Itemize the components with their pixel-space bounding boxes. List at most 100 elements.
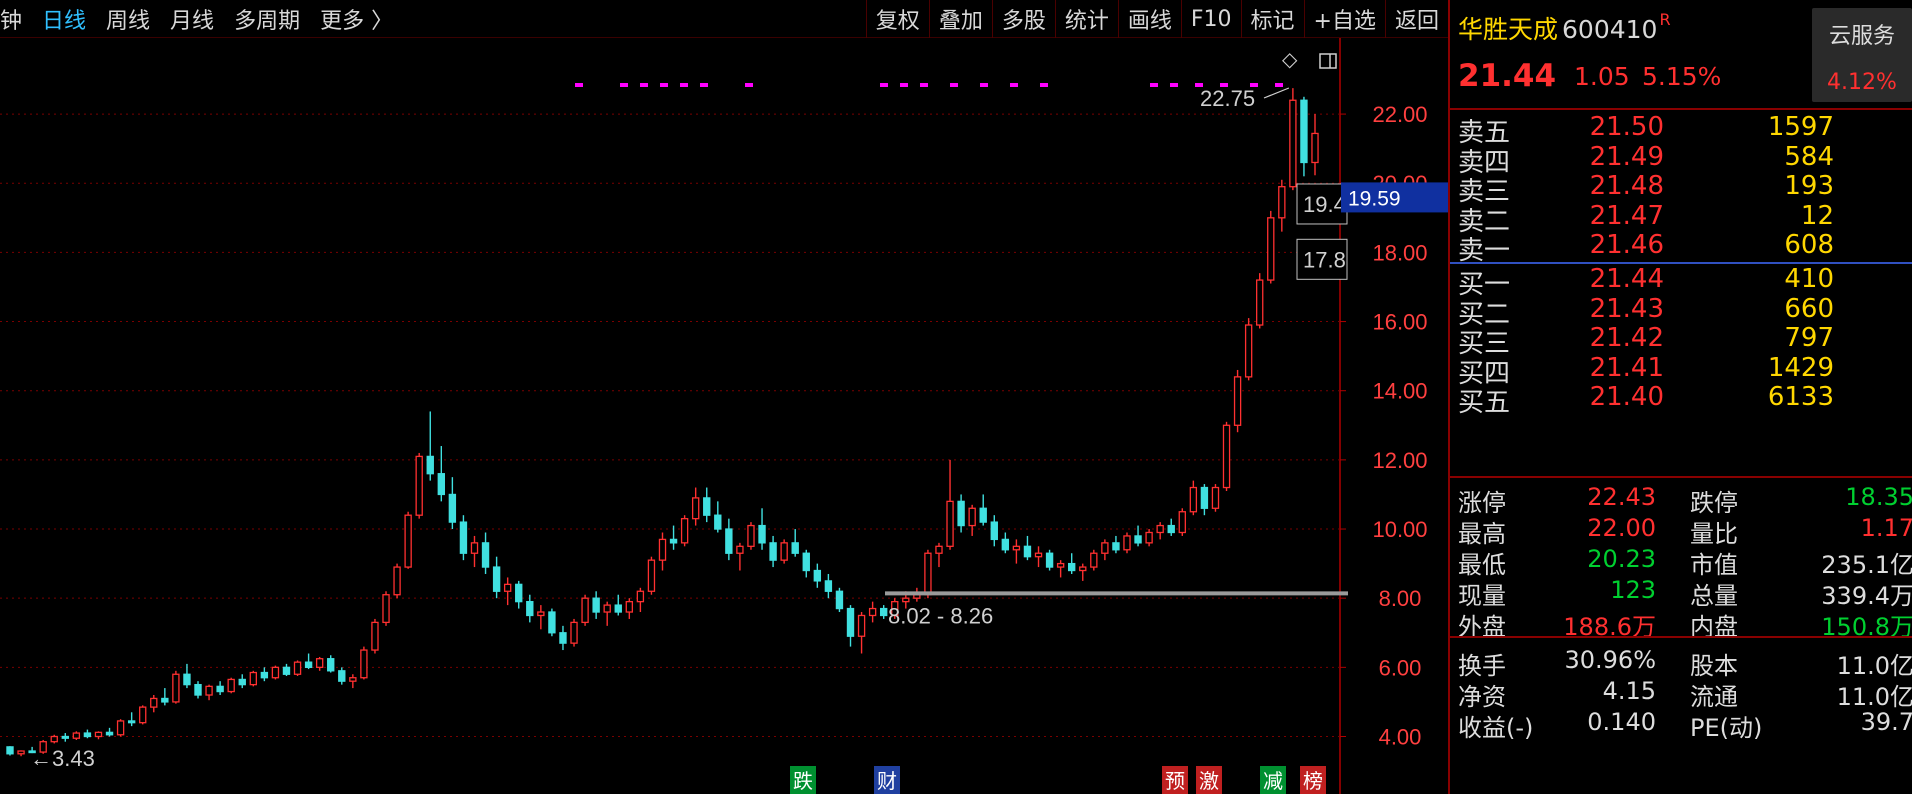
toolbar-button-5[interactable]: F10 — [1180, 0, 1241, 38]
candle — [747, 524, 755, 547]
stat-l2: 总量 — [1690, 582, 1738, 610]
tab-period-0[interactable]: 钟 — [0, 3, 22, 35]
toolbar-button-8[interactable]: 返回 — [1384, 0, 1448, 38]
candle — [1056, 562, 1065, 568]
toolbar-button-4[interactable]: 画线 — [1117, 0, 1181, 38]
candle — [17, 750, 25, 755]
tab-period-3[interactable]: 月线 — [170, 3, 214, 35]
diamond-icon[interactable]: ◇ — [1282, 47, 1298, 71]
candle — [393, 566, 401, 596]
candle — [603, 604, 611, 613]
sector-name: 云服务 — [1828, 24, 1895, 49]
toolbar-button-3[interactable]: 统计 — [1054, 0, 1118, 38]
divider — [1450, 636, 1912, 638]
candle — [736, 545, 744, 554]
candle — [1244, 324, 1253, 378]
candle — [1267, 217, 1275, 281]
stat-l1: 最低 — [1458, 551, 1506, 579]
candle — [758, 524, 766, 544]
level-volume: 1597 — [1767, 112, 1834, 142]
chart-toolbar: 钟日线 周线 月线 多周期 更多 〉 复权 叠加 多股 统计 画线 F10 标记 +自选 返回 — [0, 0, 1448, 38]
stock-name: 华胜天成 — [1458, 15, 1559, 44]
candle — [868, 607, 877, 617]
tab-period-2[interactable]: 周线 — [106, 3, 150, 35]
candle — [61, 735, 69, 739]
candle — [327, 658, 335, 672]
toolbar-button-0[interactable]: 复权 — [865, 0, 929, 38]
candle — [769, 542, 777, 561]
candle — [1200, 486, 1209, 509]
sector-change: 4.12% — [1827, 70, 1897, 95]
stat-v1: 22.00 — [1587, 514, 1656, 542]
candle — [139, 706, 147, 724]
quote-panel: 华胜天成 600410 R 21.44 1.05 5.15% 云服务 4.12% 卖… — [1448, 0, 1912, 794]
toolbar-button-6[interactable]: 标记 — [1240, 0, 1304, 38]
ask-row[interactable]: 卖一 21.46 608 — [1450, 230, 1912, 266]
candle — [183, 673, 191, 686]
level-volume: 797 — [1784, 323, 1834, 353]
signal-marker — [575, 83, 583, 87]
signal-marker — [880, 83, 888, 87]
level-price: 21.48 — [1589, 171, 1664, 201]
event-marker-label[interactable]: 榜 — [1303, 770, 1323, 793]
candle — [338, 670, 346, 682]
signal-marker — [900, 83, 908, 87]
candle — [581, 597, 589, 624]
toolbar-button-7[interactable]: +自选 — [1303, 0, 1385, 38]
candle — [205, 685, 213, 696]
event-marker-label[interactable]: 减 — [1263, 770, 1283, 793]
candle — [1034, 552, 1043, 558]
candle — [647, 559, 656, 592]
low-annotation: ←3.43 — [30, 746, 95, 771]
candle — [537, 611, 545, 617]
event-marker-label[interactable]: 财 — [877, 770, 897, 793]
candle — [1222, 424, 1231, 489]
y-tick-label: 22.00 — [1372, 102, 1427, 127]
event-marker-label[interactable]: 预 — [1165, 771, 1185, 793]
candle — [6, 746, 14, 755]
stat-v1: 22.43 — [1587, 483, 1656, 511]
candle — [260, 671, 269, 679]
candle — [349, 677, 357, 682]
kline-svg[interactable]: 22.0020.0018.0016.0014.0012.0010.008.006… — [0, 38, 1448, 794]
candle — [72, 732, 81, 739]
stat-row: 收益(-) 0.140 PE(动) 39.7 — [1450, 708, 1912, 744]
signal-marker — [950, 83, 958, 87]
candle — [1090, 552, 1098, 568]
bid-row[interactable]: 买五 21.40 6133 — [1450, 382, 1912, 418]
y-tick-label: 18.00 — [1372, 240, 1427, 265]
candle — [1112, 542, 1120, 551]
period-tabs: 钟日线 周线 月线 多周期 更多 〉 — [0, 0, 413, 38]
stat-l1: 收益(-) — [1458, 714, 1534, 742]
tab-period-4[interactable]: 多周期 — [234, 3, 300, 35]
signal-marker — [680, 83, 688, 87]
candle — [83, 732, 92, 738]
level-volume: 584 — [1784, 141, 1834, 172]
divider — [1450, 108, 1912, 110]
kline-chart[interactable]: 22.0020.0018.0016.0014.0012.0010.008.006… — [0, 38, 1448, 794]
tab-period-5[interactable]: 更多 〉 — [320, 3, 393, 35]
candle — [714, 514, 722, 530]
candle — [238, 678, 246, 686]
tab-period-1[interactable]: 日线 — [42, 3, 86, 35]
toolbar-button-2[interactable]: 多股 — [991, 0, 1055, 38]
candle — [957, 500, 965, 527]
candle — [503, 583, 512, 592]
candle — [791, 542, 799, 554]
level-price: 21.42 — [1589, 323, 1664, 353]
window-toggle-icon[interactable] — [1319, 53, 1337, 69]
stat-l2: 股本 — [1690, 652, 1738, 680]
candle — [227, 678, 235, 693]
sector-card[interactable]: 云服务 4.12% — [1812, 8, 1912, 102]
candle — [404, 514, 412, 568]
candle — [857, 614, 866, 637]
toolbar-button-1[interactable]: 叠加 — [928, 0, 992, 38]
level-volume: 1429 — [1767, 352, 1834, 383]
candle — [282, 666, 291, 675]
candle — [459, 521, 468, 554]
event-marker-label[interactable]: 跌 — [793, 770, 813, 793]
candle — [990, 521, 998, 541]
high-arrow — [1263, 87, 1290, 99]
level-volume: 12 — [1800, 200, 1834, 231]
event-marker-label[interactable]: 激 — [1199, 770, 1219, 793]
